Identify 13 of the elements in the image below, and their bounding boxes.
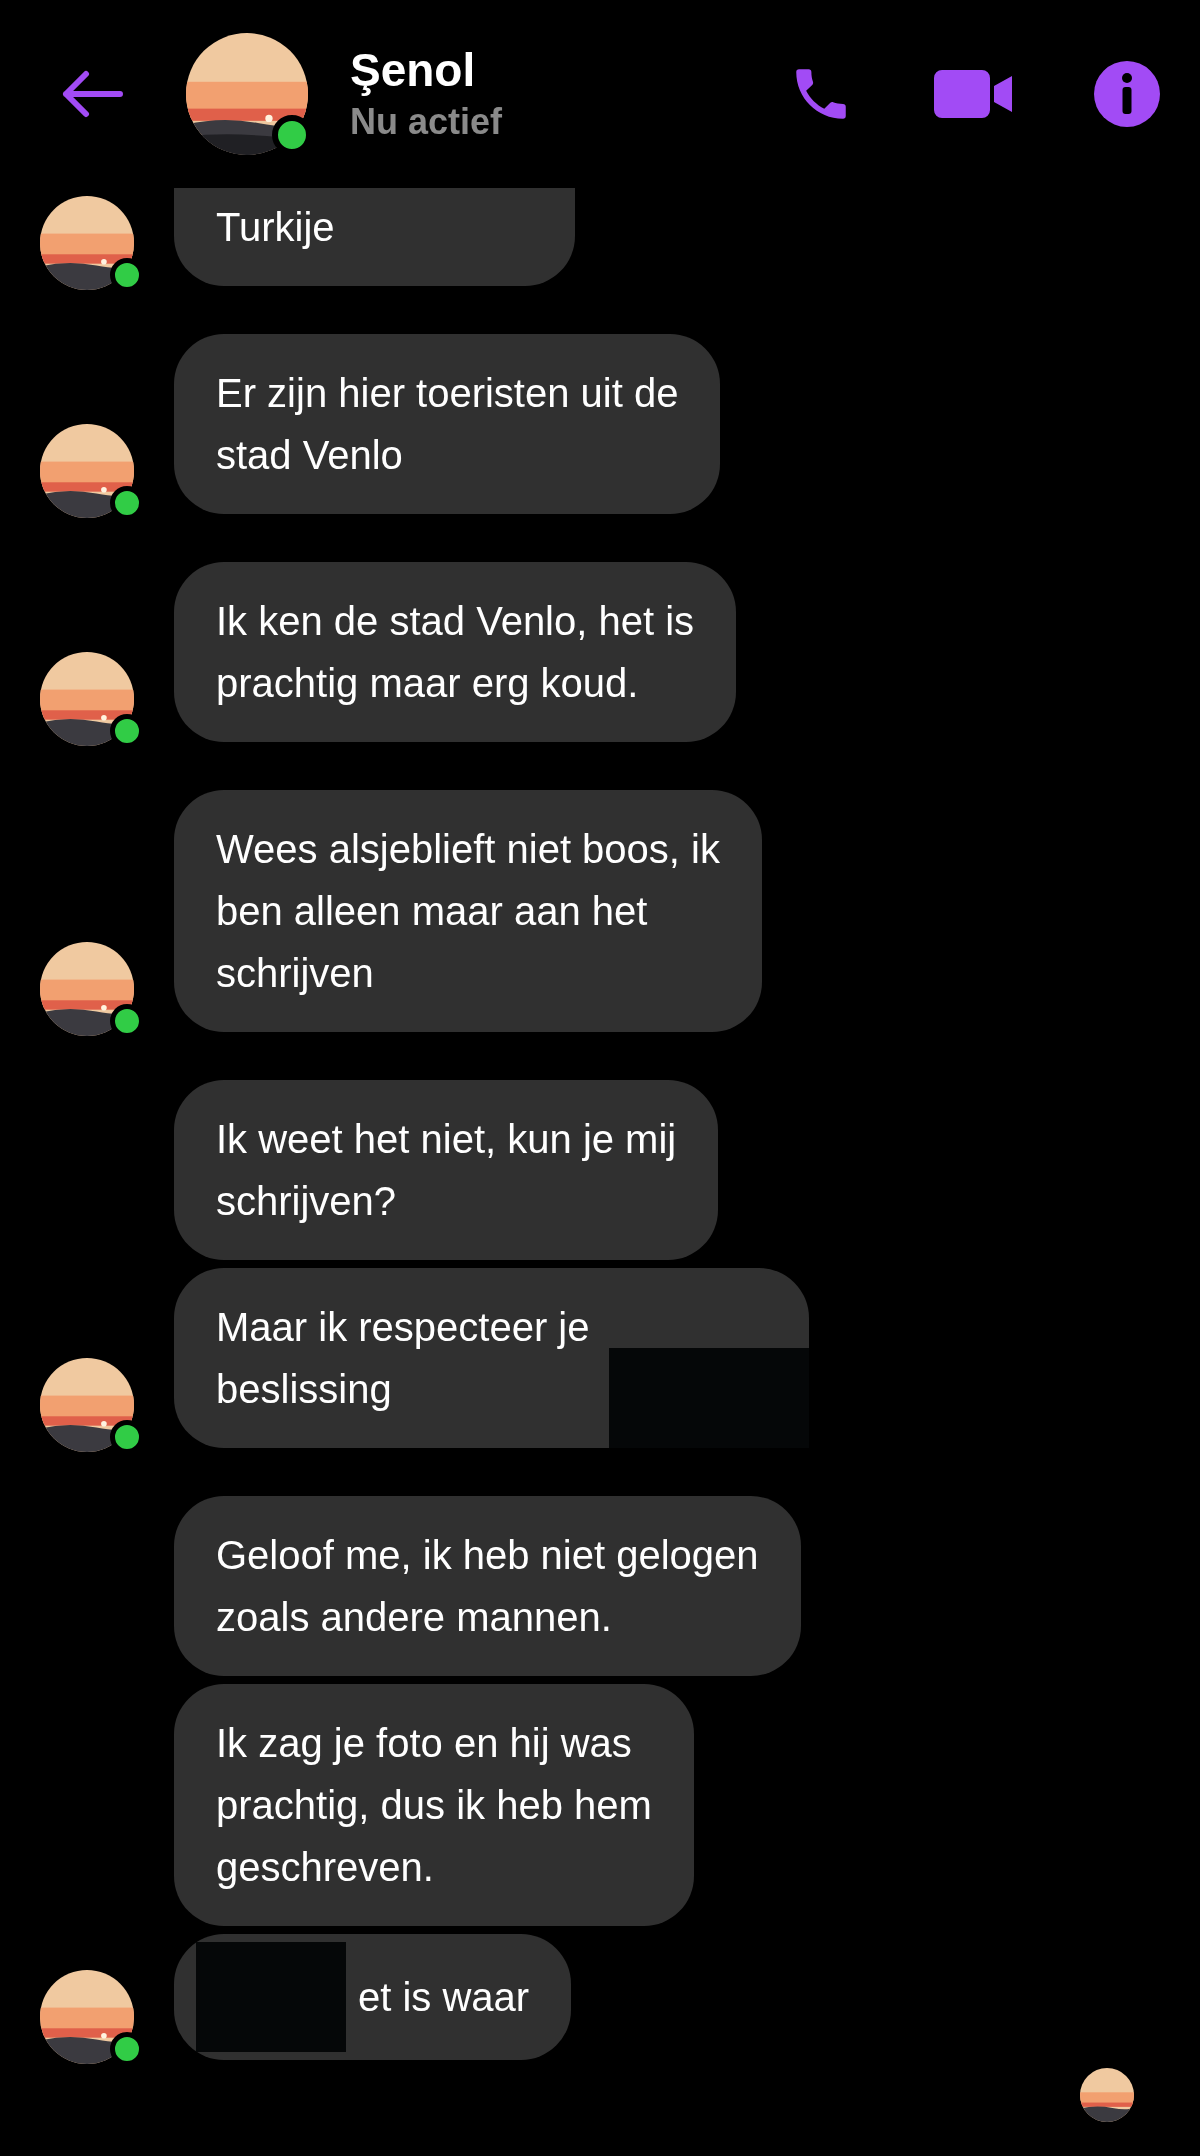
message-text: Wees alsjeblieft niet boos, ik ben alleen maar aan het schrijven — [216, 826, 720, 997]
message-text: Turkije — [216, 204, 335, 251]
contact-name: Şenol — [350, 43, 477, 98]
message-text: Ik ken de stad Venlo, het is prachtig maar erg koud. — [216, 598, 695, 707]
info-icon[interactable] — [1094, 61, 1160, 127]
active-status: Nu actief — [350, 100, 504, 144]
message-text: Er zijn hier toeristen uit de stad Venlo — [216, 370, 679, 479]
message-text: Maar ik respecteer je beslissing — [216, 1304, 590, 1413]
message-text: Ik zag je foto en hij was prachtig, dus ik heb hem geschreven. — [216, 1720, 652, 1891]
message-text: Geloof me, ik heb niet gelogen zoals andere mannen. — [216, 1532, 759, 1641]
message-text: et is waar — [358, 1974, 530, 2021]
back-icon[interactable] — [60, 70, 124, 118]
message-text: Ik weet het niet, kun je mij schrijven? — [216, 1116, 677, 1225]
